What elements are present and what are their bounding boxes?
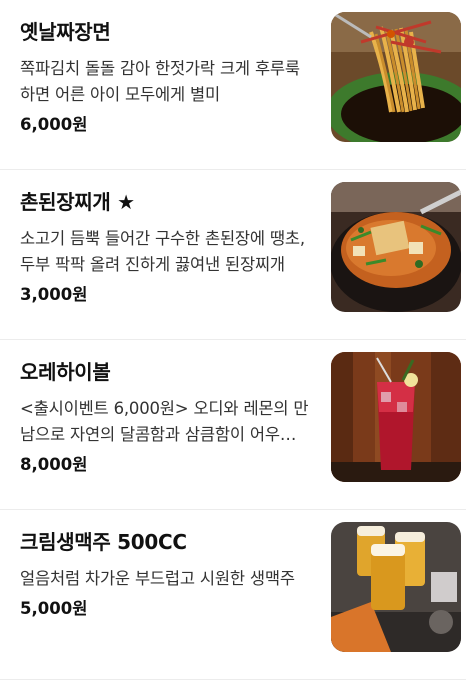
jjajangmyeon-photo[interactable] — [331, 12, 461, 142]
doenjang-jjigae-photo-art — [331, 182, 461, 312]
jjajangmyeon-photo-art — [331, 12, 461, 142]
menu-item-jjajangmyeon[interactable]: 옛날짜장면 쪽파김치 돌돌 감아 한젓가락 크게 후루룩 하면 어른 아이 모두… — [0, 0, 466, 170]
menu-item-text: 오레하이볼 <출시이벤트 6,000원> 오디와 레몬의 만남으로 자연의 달콤… — [20, 358, 310, 478]
menu-item-price: 8,000원 — [20, 455, 88, 474]
menu-item-highball[interactable]: 오레하이볼 <출시이벤트 6,000원> 오디와 레몬의 만남으로 자연의 달콤… — [0, 340, 466, 510]
menu-item-description: <출시이벤트 6,000원> 오디와 레몬의 만남으로 자연의 달콤함과 삼큼함… — [20, 399, 310, 444]
menu-list: 옛날짜장면 쪽파김치 돌돌 감아 한젓가락 크게 후루룩 하면 어른 아이 모두… — [0, 0, 466, 680]
menu-item-description: 소고기 듬뿍 들어간 구수한 촌된장에 땡초,두부 팍팍 올려 진하게 끓여낸 … — [20, 229, 305, 274]
menu-item-price: 5,000원 — [20, 599, 88, 618]
menu-item-name: 오레하이볼 — [20, 360, 111, 384]
draft-beer-photo[interactable] — [331, 522, 461, 652]
doenjang-jjigae-photo[interactable] — [331, 182, 461, 312]
menu-item-doenjang-jjigae[interactable]: 촌된장찌개 ★ 소고기 듬뿍 들어간 구수한 촌된장에 땡초,두부 팍팍 올려 … — [0, 170, 466, 340]
highball-photo-art — [331, 352, 461, 482]
menu-item-name: 촌된장찌개 ★ — [20, 190, 135, 214]
menu-item-price: 6,000원 — [20, 115, 88, 134]
draft-beer-photo-art — [331, 522, 461, 652]
menu-item-name: 옛날짜장면 — [20, 20, 111, 44]
menu-item-price: 3,000원 — [20, 285, 88, 304]
menu-item-name: 크림생맥주 500CC — [20, 530, 187, 554]
highball-photo[interactable] — [331, 352, 461, 482]
menu-item-text: 옛날짜장면 쪽파김치 돌돌 감아 한젓가락 크게 후루룩 하면 어른 아이 모두… — [20, 18, 310, 138]
menu-item-description: 쪽파김치 돌돌 감아 한젓가락 크게 후루룩 하면 어른 아이 모두에게 별미 — [20, 59, 300, 104]
menu-item-description: 얼음처럼 차가운 부드럽고 시원한 생맥주 — [20, 569, 295, 588]
menu-item-text: 촌된장찌개 ★ 소고기 듬뿍 들어간 구수한 촌된장에 땡초,두부 팍팍 올려 … — [20, 188, 310, 308]
menu-item-text: 크림생맥주 500CC 얼음처럼 차가운 부드럽고 시원한 생맥주 5,000원 — [20, 528, 310, 622]
menu-item-draft-beer[interactable]: 크림생맥주 500CC 얼음처럼 차가운 부드럽고 시원한 생맥주 5,000원 — [0, 510, 466, 680]
